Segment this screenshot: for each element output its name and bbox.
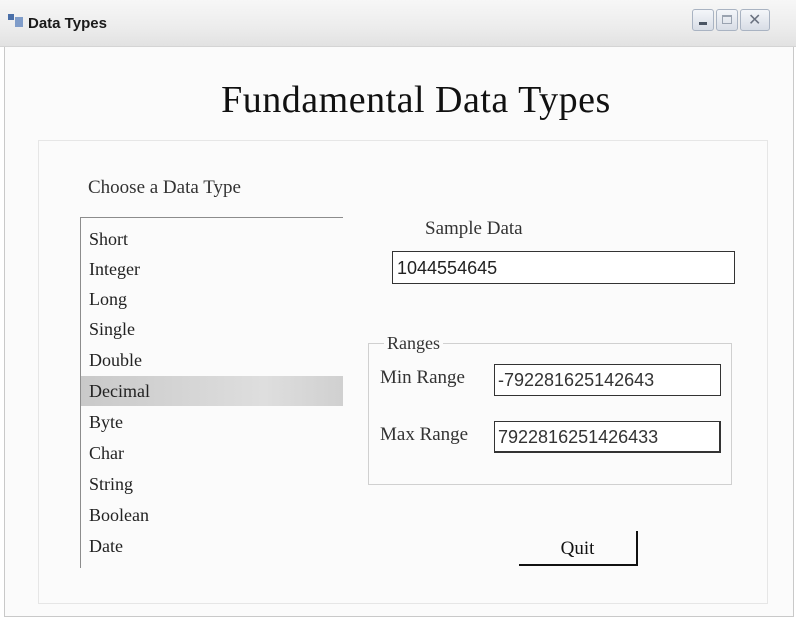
page-title: Fundamental Data Types <box>221 79 611 121</box>
list-item[interactable]: Double <box>81 345 343 375</box>
maximize-icon <box>722 15 732 24</box>
max-range-field[interactable]: 7922816251426433 <box>494 421 721 453</box>
max-range-label: Max Range <box>380 424 469 445</box>
list-item[interactable]: Byte <box>81 407 343 437</box>
list-item-selected[interactable]: Decimal <box>81 376 343 406</box>
data-type-listbox[interactable]: Short Integer Long Single Double Decimal… <box>80 217 343 568</box>
list-item[interactable]: String <box>81 469 343 499</box>
close-icon: ✕ <box>748 10 762 29</box>
minimize-button[interactable] <box>692 9 714 31</box>
list-item[interactable]: Char <box>81 438 343 468</box>
min-range-label: Min Range <box>380 367 465 388</box>
sample-data-label: Sample Data <box>425 218 523 239</box>
list-item[interactable]: Boolean <box>81 500 343 530</box>
list-item[interactable]: Date <box>81 531 343 561</box>
list-item[interactable]: Single <box>81 314 343 344</box>
ranges-group-label: Ranges <box>384 333 443 354</box>
data-type-list-label: Choose a Data Type <box>88 177 241 198</box>
quit-button[interactable]: Quit <box>519 531 638 566</box>
minimize-icon <box>699 22 707 25</box>
sample-data-field[interactable]: 1044554645 <box>392 251 735 284</box>
close-button[interactable]: ✕ <box>740 9 770 31</box>
window-title: Data Types <box>28 15 107 32</box>
list-item[interactable]: Short <box>81 224 343 254</box>
title-bar[interactable]: Data Types ✕ <box>0 0 796 47</box>
list-item[interactable]: Integer <box>81 254 343 284</box>
window-form-icon <box>8 14 23 27</box>
maximize-button[interactable] <box>716 9 738 31</box>
min-range-field[interactable]: -792281625142643 <box>494 364 721 396</box>
list-item[interactable]: Long <box>81 284 343 314</box>
